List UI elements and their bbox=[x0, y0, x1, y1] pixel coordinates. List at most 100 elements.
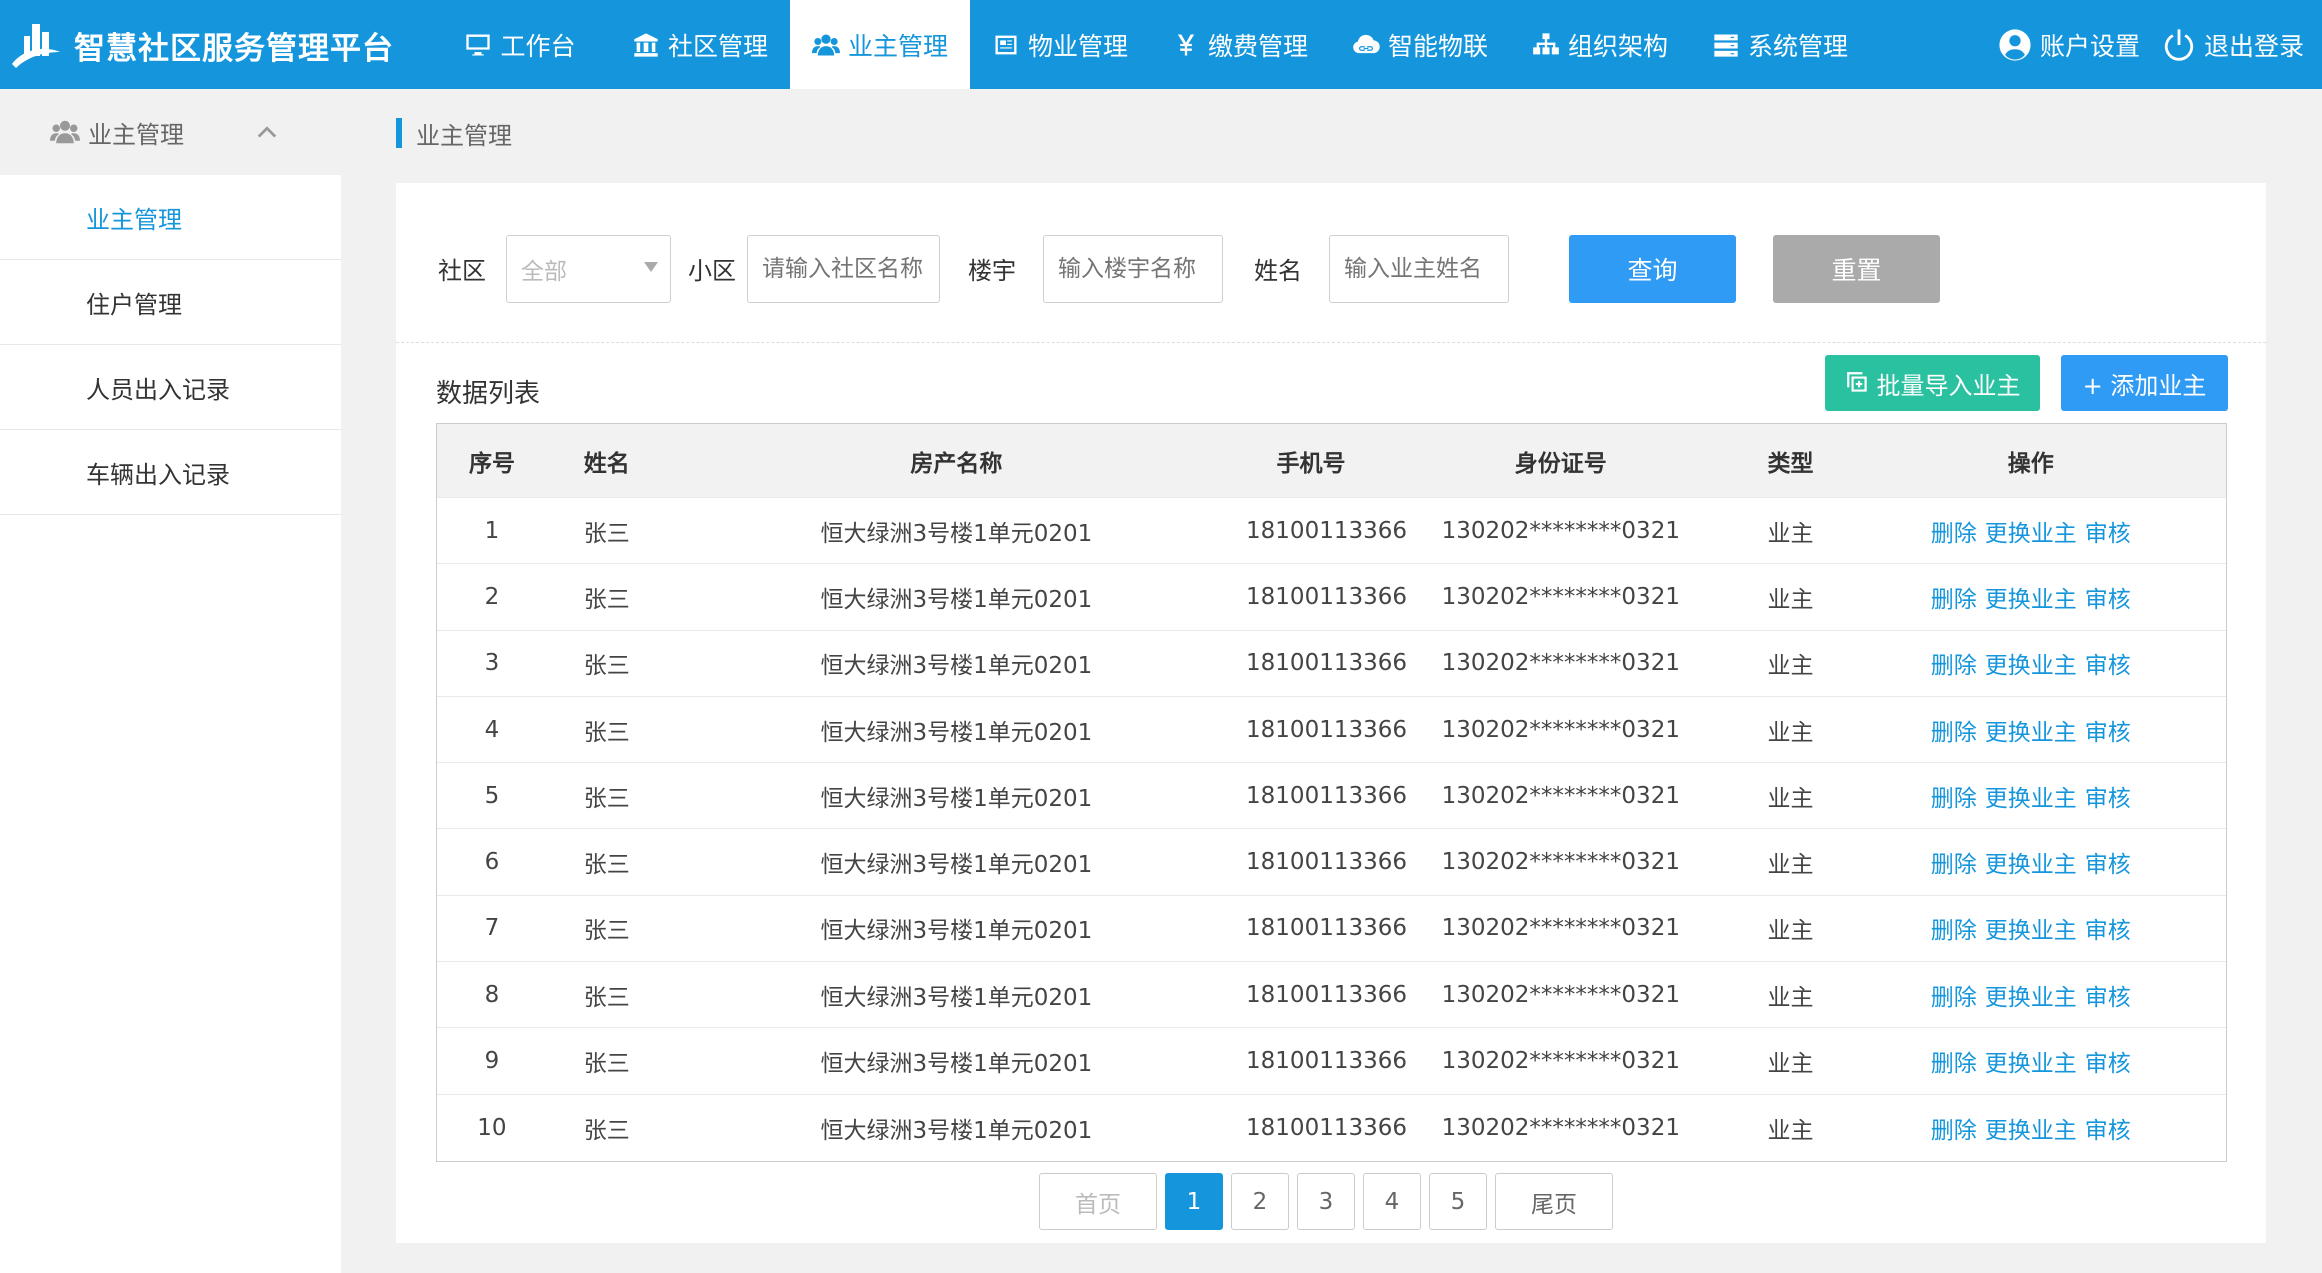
cell-phone: 18100113366 bbox=[1246, 915, 1407, 942]
row-actions: 删除 更换业主 审核 bbox=[1835, 911, 2226, 945]
user-circle-icon bbox=[1999, 28, 2031, 61]
owner-table: 序号 姓名 房产名称 手机号 身份证号 类型 操作 1 张三 恒大绿洲3号楼1单元0… bbox=[436, 423, 2227, 1162]
delete-link[interactable]: 删除 bbox=[1931, 918, 1977, 944]
logout-link[interactable]: 退出登录 bbox=[2162, 0, 2304, 89]
change-owner-link[interactable]: 更换业主 bbox=[1985, 918, 2077, 944]
sidebar-item-resident-management[interactable]: 住户管理 bbox=[0, 260, 341, 345]
cell-phone: 18100113366 bbox=[1246, 981, 1407, 1008]
search-button[interactable]: 查询 bbox=[1569, 235, 1736, 303]
review-link[interactable]: 审核 bbox=[2085, 1118, 2131, 1144]
review-link[interactable]: 审核 bbox=[2085, 720, 2131, 746]
reset-button[interactable]: 重置 bbox=[1773, 235, 1940, 303]
change-owner-link[interactable]: 更换业主 bbox=[1985, 852, 2077, 878]
sidebar-item-owner-management[interactable]: 业主管理 bbox=[0, 175, 341, 260]
delete-link[interactable]: 删除 bbox=[1931, 1118, 1977, 1144]
cell-no: 3 bbox=[484, 650, 500, 677]
add-owner-button[interactable]: + 添加业主 bbox=[2061, 355, 2228, 411]
nav-workbench[interactable]: 工作台 bbox=[430, 0, 610, 89]
page-button[interactable]: 4 bbox=[1363, 1173, 1421, 1230]
cell-property: 恒大绿洲3号楼1单元0201 bbox=[820, 520, 1093, 547]
review-link[interactable]: 审核 bbox=[2085, 653, 2131, 679]
column-header[interactable]: 操作 bbox=[1835, 444, 2226, 478]
column-header[interactable]: 类型 bbox=[1746, 444, 1836, 478]
delete-link[interactable]: 删除 bbox=[1931, 653, 1977, 679]
delete-link[interactable]: 删除 bbox=[1931, 852, 1977, 878]
last-page-button[interactable]: 尾页 bbox=[1495, 1173, 1613, 1230]
delete-link[interactable]: 删除 bbox=[1931, 1051, 1977, 1077]
delete-link[interactable]: 删除 bbox=[1931, 985, 1977, 1011]
review-link[interactable]: 审核 bbox=[2085, 852, 2131, 878]
chevron-up-icon[interactable] bbox=[256, 121, 278, 143]
column-header[interactable]: 姓名 bbox=[547, 444, 667, 478]
nav-community[interactable]: 社区管理 bbox=[610, 0, 790, 89]
page-button[interactable]: 1 bbox=[1165, 1173, 1223, 1230]
cell-no: 10 bbox=[477, 1114, 507, 1141]
owner-name-input[interactable] bbox=[1329, 235, 1509, 303]
change-owner-link[interactable]: 更换业主 bbox=[1985, 521, 2077, 547]
building-label: 楼宇 bbox=[968, 257, 1016, 285]
cell-type: 业主 bbox=[1767, 852, 1814, 879]
page-button[interactable]: 5 bbox=[1429, 1173, 1487, 1230]
cell-type: 业主 bbox=[1767, 520, 1814, 547]
change-owner-link[interactable]: 更换业主 bbox=[1985, 985, 2077, 1011]
column-header[interactable]: 身份证号 bbox=[1376, 444, 1746, 478]
account-settings-link[interactable]: 账户设置 bbox=[1998, 0, 2140, 89]
delete-link[interactable]: 删除 bbox=[1931, 786, 1977, 812]
table-row: 7 张三 恒大绿洲3号楼1单元0201 18100113366 130202******… bbox=[437, 896, 2226, 963]
cell-property: 恒大绿洲3号楼1单元0201 bbox=[820, 785, 1093, 812]
nav-label: 组织架构 bbox=[1567, 31, 1668, 61]
delete-link[interactable]: 删除 bbox=[1931, 587, 1977, 613]
review-link[interactable]: 审核 bbox=[2085, 587, 2131, 613]
nav-payment[interactable]: 缴费管理 bbox=[1150, 0, 1330, 89]
cell-no: 4 bbox=[484, 716, 500, 743]
sidebar-header[interactable]: 业主管理 bbox=[0, 89, 341, 175]
delete-link[interactable]: 删除 bbox=[1931, 720, 1977, 746]
table-row: 3 张三 恒大绿洲3号楼1单元0201 18100113366 130202******… bbox=[437, 631, 2226, 697]
review-link[interactable]: 审核 bbox=[2085, 521, 2131, 547]
change-owner-link[interactable]: 更换业主 bbox=[1985, 587, 2077, 613]
change-owner-link[interactable]: 更换业主 bbox=[1985, 653, 2077, 679]
building-input[interactable] bbox=[1043, 235, 1223, 303]
caret-down-icon bbox=[644, 262, 658, 272]
sidebar-item-person-access-records[interactable]: 人员出入记录 bbox=[0, 345, 341, 430]
column-header[interactable]: 房产名称 bbox=[667, 444, 1246, 478]
nav-organization[interactable]: 组织架构 bbox=[1510, 0, 1690, 89]
community-label: 社区 bbox=[438, 257, 486, 285]
district-input[interactable] bbox=[747, 235, 940, 303]
review-link[interactable]: 审核 bbox=[2085, 1051, 2131, 1077]
cell-property: 恒大绿洲3号楼1单元0201 bbox=[820, 984, 1093, 1011]
sidebar-item-label: 车辆出入记录 bbox=[86, 460, 230, 489]
change-owner-link[interactable]: 更换业主 bbox=[1985, 1118, 2077, 1144]
column-header[interactable]: 手机号 bbox=[1246, 444, 1376, 478]
brand[interactable]: 智慧社区服务管理平台 bbox=[10, 18, 394, 72]
review-link[interactable]: 审核 bbox=[2085, 786, 2131, 812]
column-header[interactable]: 序号 bbox=[437, 444, 547, 478]
nav-property[interactable]: 物业管理 bbox=[970, 0, 1150, 89]
row-actions: 删除 更换业主 审核 bbox=[1835, 978, 2226, 1012]
review-link[interactable]: 审核 bbox=[2085, 985, 2131, 1011]
first-page-button[interactable]: 首页 bbox=[1039, 1173, 1157, 1230]
cell-name: 张三 bbox=[583, 1051, 630, 1078]
sidebar-item-vehicle-access-records[interactable]: 车辆出入记录 bbox=[0, 430, 341, 515]
change-owner-link[interactable]: 更换业主 bbox=[1985, 1051, 2077, 1077]
cell-no: 1 bbox=[484, 517, 500, 544]
review-link[interactable]: 审核 bbox=[2085, 918, 2131, 944]
nav-iot[interactable]: 智能物联 bbox=[1330, 0, 1510, 89]
nav-owner[interactable]: 业主管理 bbox=[790, 0, 970, 89]
cell-name: 张三 bbox=[583, 984, 630, 1011]
cell-type: 业主 bbox=[1767, 719, 1814, 746]
cell-property: 恒大绿洲3号楼1单元0201 bbox=[820, 586, 1093, 613]
cell-id: 130202********0321 bbox=[1441, 981, 1680, 1008]
nav-system[interactable]: 系统管理 bbox=[1690, 0, 1870, 89]
page-button[interactable]: 3 bbox=[1297, 1173, 1355, 1230]
table-row: 10 张三 恒大绿洲3号楼1单元0201 18100113366 130202*****… bbox=[437, 1095, 2226, 1161]
page-button[interactable]: 2 bbox=[1231, 1173, 1289, 1230]
change-owner-link[interactable]: 更换业主 bbox=[1985, 720, 2077, 746]
cell-type: 业主 bbox=[1767, 984, 1814, 1011]
batch-import-button[interactable]: 批量导入业主 bbox=[1825, 355, 2040, 411]
community-select[interactable]: 全部 bbox=[506, 235, 671, 303]
delete-link[interactable]: 删除 bbox=[1931, 521, 1977, 547]
name-label: 姓名 bbox=[1254, 257, 1302, 285]
cell-id: 130202********0321 bbox=[1441, 849, 1680, 876]
change-owner-link[interactable]: 更换业主 bbox=[1985, 786, 2077, 812]
